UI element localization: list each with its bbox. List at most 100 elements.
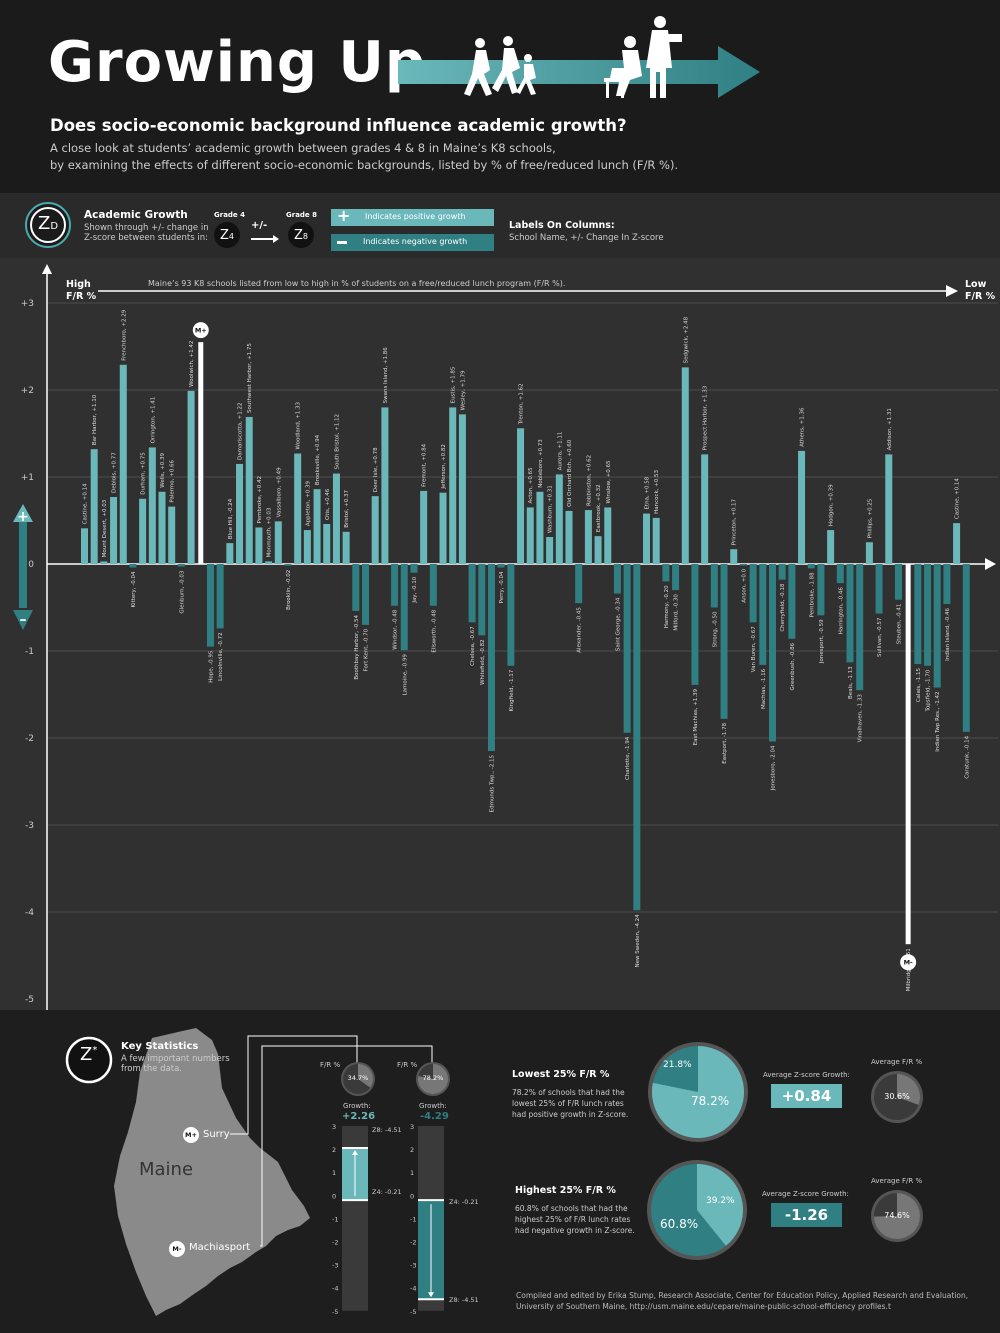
- lowest-avg-z-label: Average Z-score Growth:: [763, 1071, 850, 1079]
- bar-label: Windsor, -0.48: [393, 609, 399, 650]
- bar-label: Caratunk, -0.14: [964, 735, 970, 778]
- bar-eustis: [449, 407, 457, 564]
- bar-alexander: [575, 564, 583, 604]
- gauge-scale-label: -2: [410, 1239, 416, 1247]
- bar-label: Southwest Harbor, +1.75: [247, 343, 253, 413]
- mminus-marker: M-: [169, 1241, 185, 1257]
- surry-growth-label: Growth:: [343, 1102, 371, 1110]
- bar-label: Vassalboro, +0.49: [276, 467, 282, 518]
- bar-monmouth: [265, 561, 273, 564]
- bar-southwest-harbor: [245, 416, 253, 564]
- gauge-scale-label: 2: [332, 1146, 336, 1154]
- bar-label: Fremont, +0.84: [422, 443, 428, 487]
- bar-label: Vinalhaven, -1.33: [858, 694, 864, 743]
- grade4-label: Grade 4: [214, 211, 245, 219]
- gauge-scale-label: 3: [332, 1123, 336, 1131]
- bar-edmunds-twp-: [487, 564, 495, 752]
- bar-acton: [526, 507, 534, 564]
- zero-line-arrow: [985, 558, 996, 570]
- highest-growth-pie: [647, 1160, 747, 1260]
- y-tick-label: +1: [21, 473, 34, 483]
- bar-label: Anson, +0.0: [741, 568, 747, 602]
- lowest-growth-pie: [648, 1042, 748, 1142]
- bar-label: Jonesport, -0.59: [819, 619, 825, 664]
- bar-greenbush: [788, 564, 796, 639]
- bar-label: Hancock, +0.53: [654, 469, 660, 513]
- gauge-scale-label: -2: [332, 1239, 338, 1247]
- bar-eastbrook: [594, 536, 602, 564]
- bar-label: Mount Desert, +0.03: [102, 499, 108, 557]
- marker-label: M+: [195, 327, 207, 335]
- key-statistics-section: Maine Z* Key Statistics A few important …: [0, 1010, 1000, 1333]
- bar-beals: [846, 564, 854, 663]
- growth-bar-chart: +3+2+10-1-2-3-4-5HighF/R %LowF/R %Maine’…: [13, 264, 998, 1030]
- bar-label: Calais, -1.15: [916, 668, 922, 703]
- bar-addison: [885, 454, 893, 564]
- bar-label: Pembroke, +0.42: [257, 476, 263, 524]
- bar-otis: [323, 523, 331, 564]
- bar-vinalhaven: [856, 564, 864, 691]
- bar-label: Monmouth, +0.03: [267, 507, 273, 557]
- bar-wesley: [458, 414, 466, 564]
- bar-harmony: [662, 564, 670, 582]
- bar-van-buren: [749, 564, 757, 623]
- bar-jay: [410, 564, 418, 573]
- highest-title: Highest 25% F/R %: [515, 1185, 616, 1196]
- bar-durham: [139, 498, 147, 564]
- bar-label: East Machias, +1.39: [693, 688, 699, 745]
- bar-label: Beals, -1.13: [848, 666, 854, 699]
- bar-label: Woodland, +1.33: [296, 401, 302, 449]
- highest-desc: 60.8% of schools that had the highest 25%…: [515, 1204, 635, 1235]
- bar-bristol: [342, 531, 350, 564]
- bar-sullivan: [875, 564, 883, 614]
- bar-pembroke: [807, 564, 815, 569]
- bar-label: South Bristol, +1.12: [334, 414, 340, 470]
- highest-pie-small: 39.2%: [706, 1196, 735, 1206]
- bar-eastport: [720, 564, 728, 719]
- bar-steuben: [894, 564, 902, 600]
- z8-symbol: Z8: [294, 228, 308, 243]
- bar-label: Bar Harbor, +1.10: [92, 394, 98, 445]
- bar-label: Eustis, +1.85: [451, 366, 457, 403]
- fr-direction-note: Maine’s 93 K8 schools listed from low to…: [148, 279, 565, 288]
- bar-label: Jay, -0.10: [412, 576, 418, 603]
- bar-mount-desert: [100, 561, 108, 564]
- bar-label: Indian Twp Res., -1.42: [935, 692, 941, 752]
- positive-legend-label: Indicates positive growth: [365, 212, 466, 221]
- bar-label: Glenburn, -0.03: [179, 570, 185, 614]
- gauge-scale-label: 0: [410, 1192, 414, 1200]
- bar-charlotte: [623, 564, 631, 733]
- bar-label: Castine, +0.14: [955, 478, 961, 519]
- bar-deblois: [110, 497, 118, 564]
- high-fr-label: F/R %: [66, 291, 97, 302]
- bar-kittery: [129, 564, 137, 568]
- bar-label: Wesley, +1.79: [460, 370, 466, 410]
- bar-surry: [198, 342, 204, 564]
- legend: ZD Academic Growth Shown through +/- cha…: [0, 193, 1000, 258]
- gauge-scale-label: 1: [410, 1169, 414, 1177]
- y-tick-label: -2: [25, 734, 34, 744]
- marker-label: M-: [904, 959, 913, 967]
- bar-label: Winslow, +0.65: [606, 460, 612, 503]
- bar-label: Acton, +0.65: [528, 467, 534, 504]
- bar-east-machias: [691, 564, 699, 685]
- description-line: A close look at students’ academic growt…: [50, 141, 556, 155]
- bar-label: Durham, +0.75: [141, 452, 147, 495]
- key-stats-title: Key Statistics: [121, 1041, 199, 1052]
- bar-label: Topsfield, -1.70: [926, 669, 932, 712]
- positive-legend-box: + Indicates positive growth: [331, 206, 494, 226]
- bar-castine: [81, 528, 88, 564]
- lowest-pie-big: 78.2%: [691, 1094, 730, 1108]
- bar-label: Perry, -0.04: [499, 571, 505, 603]
- bar-label: Hope, -0.95: [208, 650, 214, 683]
- bar-south-bristol: [332, 473, 340, 564]
- bar-label: Steuben, -0.41: [896, 604, 902, 645]
- mach-z4: Z4: -0.21: [449, 1198, 479, 1206]
- subtitle-question: Does socio-economic background influence…: [50, 116, 627, 135]
- bar-label: Addison, +1.31: [887, 408, 893, 450]
- bar-label: Harmony, -0.20: [664, 585, 670, 628]
- bar-fort-kent: [362, 564, 370, 625]
- lowest-pie-small: 21.8%: [663, 1060, 692, 1070]
- bar-woodland: [294, 453, 302, 564]
- y-tick-label: +2: [21, 386, 34, 396]
